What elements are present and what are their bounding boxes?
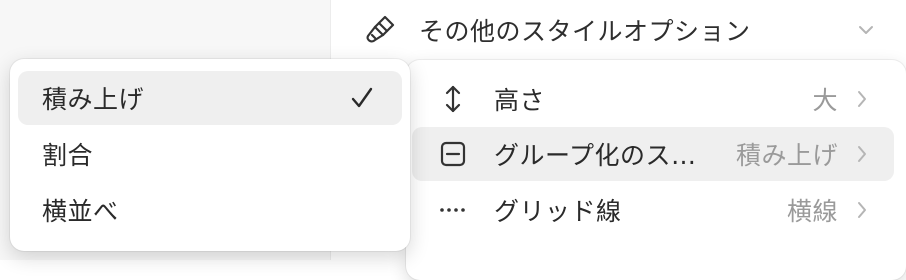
menu-item-label: グループ化のス… (494, 141, 697, 170)
option-label: 割合 (42, 141, 94, 170)
paintbrush-icon (363, 13, 397, 47)
option-label: 積み上げ (42, 85, 145, 114)
menu-item-label: グリッド線 (494, 197, 622, 226)
menu-item-grouping-style[interactable]: グループ化のス… 積み上げ (412, 127, 894, 181)
chevron-down-icon[interactable] (856, 20, 876, 40)
vertical-arrows-icon (438, 84, 468, 114)
menu-item-value: 大 (812, 86, 838, 115)
menu-item-height[interactable]: 高さ 大 (412, 72, 894, 126)
submenu-option-percent[interactable]: 割合 (18, 127, 402, 181)
chart-style-menu: 高さ 大 グループ化のス… 積み上げ グリッド線 横線 (406, 60, 906, 280)
section-title: その他のスタイルオプション (419, 17, 751, 46)
submenu-option-stacked[interactable]: 積み上げ (18, 71, 402, 125)
menu-item-gridlines[interactable]: グリッド線 横線 (412, 183, 894, 237)
more-style-options-header[interactable]: その他のスタイルオプション (331, 0, 906, 60)
dotted-line-icon (438, 195, 468, 225)
grouping-style-submenu: 積み上げ 割合 横並べ (10, 59, 410, 251)
submenu-option-side-by-side[interactable]: 横並べ (18, 183, 402, 237)
checkmark-icon (350, 86, 374, 110)
option-label: 横並べ (42, 197, 119, 226)
menu-item-value: 積み上げ (735, 141, 838, 170)
split-square-icon (438, 139, 468, 169)
chevron-right-icon (854, 89, 870, 109)
chevron-right-icon (854, 200, 870, 220)
menu-item-label: 高さ (494, 86, 546, 115)
chevron-right-icon (854, 144, 870, 164)
menu-item-value: 横線 (786, 197, 838, 226)
